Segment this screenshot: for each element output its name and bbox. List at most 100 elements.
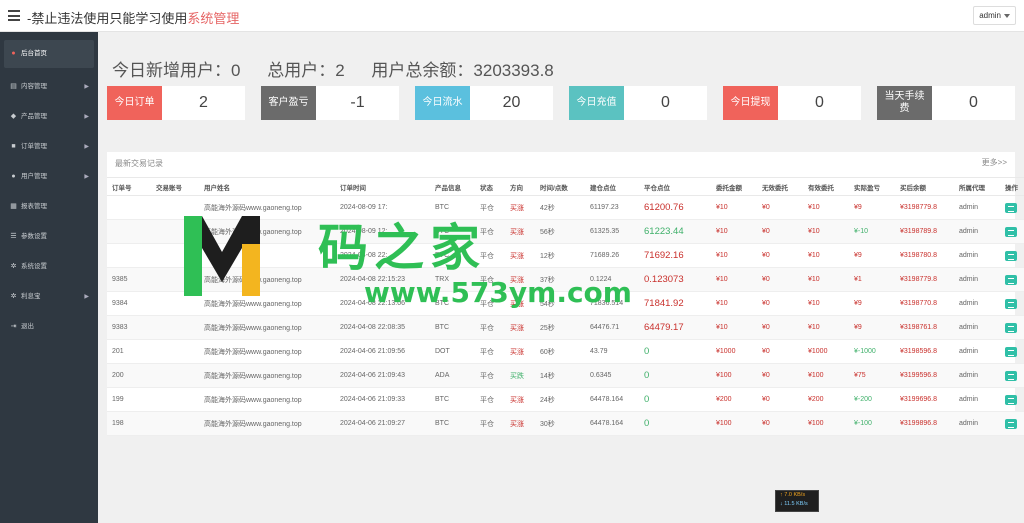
table-cell (107, 195, 151, 220)
table-cell: ¥0 (757, 411, 803, 436)
table-cell: 买跌 (505, 363, 535, 388)
folder-icon: ▤ (10, 82, 17, 90)
sidebar-item-params[interactable]: ☰ 参数设置 (0, 222, 98, 252)
table-cell: 0 (639, 387, 711, 412)
table-cell: 买涨 (505, 219, 535, 244)
table-cell: ¥10 (711, 243, 757, 268)
table-cell: 43.79 (585, 339, 639, 364)
more-link[interactable]: 更多>> (982, 157, 1007, 168)
table-cell (151, 195, 199, 220)
table-cell: ¥200 (711, 387, 757, 412)
edit-button[interactable] (1005, 274, 1017, 285)
table-cell: ¥0 (757, 243, 803, 268)
table-cell: ¥9 (849, 195, 895, 220)
table-cell: ¥-100 (849, 411, 895, 436)
edit-button[interactable] (1005, 226, 1017, 237)
table-cell: 37秒 (535, 267, 585, 292)
sidebar-item-interest[interactable]: ✲ 利息宝 ▶ (0, 282, 98, 312)
table-cell: ¥9 (849, 243, 895, 268)
table-row: 200 高能海外源码www.gaoneng.top 2024-04-06 21:09… (107, 363, 1024, 388)
table-row: 9385 高能海外源码www.gaoneng.top 2024-04-08 22:1… (107, 267, 1024, 292)
sidebar-item-users[interactable]: ● 用户管理 ▶ (0, 162, 98, 192)
sidebar-item-system[interactable]: ✲ 系统设置 (0, 252, 98, 282)
edit-button[interactable] (1005, 418, 1017, 429)
table-cell: 平仓 (475, 363, 505, 388)
menu-toggle-icon[interactable] (8, 10, 20, 21)
edit-button[interactable] (1005, 322, 1017, 333)
table-cell: TRX (430, 267, 475, 292)
table-cell: 9384 (107, 291, 151, 316)
table-cell: 2024-08-09 17: (335, 195, 430, 220)
table-cell: ¥100 (803, 363, 849, 388)
edit-button[interactable] (1005, 250, 1017, 261)
table-cell: ¥10 (711, 267, 757, 292)
chevron-right-icon: ▶ (84, 114, 89, 120)
edit-button[interactable] (1005, 394, 1017, 405)
sidebar-item-reports[interactable]: ▦ 报表管理 (0, 192, 98, 222)
balance-label: 用户总余额： (371, 61, 474, 80)
table-cell: 71689.26 (585, 243, 639, 268)
card-customer-pnl: 客户盈亏 -1 (261, 86, 399, 120)
table-cell: 平仓 (475, 411, 505, 436)
table-cell: 平仓 (475, 195, 505, 220)
table-cell: 平仓 (475, 219, 505, 244)
table-cell-action (1000, 339, 1024, 364)
table-cell: 2024-04-06 21:09:27 (335, 411, 430, 436)
site-title: -禁止违法使用只能学习使用系统管理 (27, 8, 239, 27)
table-cell: 54秒 (535, 291, 585, 316)
table-cell: 买涨 (505, 195, 535, 220)
edit-button[interactable] (1005, 202, 1017, 213)
table-cell: ¥100 (711, 363, 757, 388)
table-cell (151, 339, 199, 364)
sidebar-item-dashboard[interactable]: ● 后台首页 (4, 40, 94, 68)
table-cell: 71692.16 (639, 243, 711, 268)
column-header: 委托金额 (711, 177, 757, 196)
table-cell: ¥10 (711, 195, 757, 220)
column-header: 实际盈亏 (849, 177, 895, 196)
chevron-down-icon (1004, 13, 1010, 18)
chevron-right-icon: ▶ (84, 84, 89, 90)
sidebar-item-products[interactable]: ◆ 产品管理 ▶ (0, 102, 98, 132)
card-today-recharge: 今日充值 0 (569, 86, 707, 120)
table-cell: 0.1224 (585, 267, 639, 292)
column-header: 操作 (1000, 177, 1024, 196)
table-cell: BTC (430, 291, 475, 316)
admin-dropdown[interactable]: admin (973, 6, 1016, 25)
balance-value: 3203393.8 (473, 61, 554, 80)
table-cell: 高能海外源码www.gaoneng.top (199, 195, 335, 220)
table-cell: 61197.23 (585, 195, 639, 220)
sidebar-item-orders[interactable]: ■ 订单管理 ▶ (0, 132, 98, 162)
table-cell (151, 243, 199, 268)
table-cell: admin (954, 363, 1000, 388)
edit-button[interactable] (1005, 298, 1017, 309)
stats-summary: 今日新增用户：0 总用户：2 用户总余额：3203393.8 (112, 56, 576, 81)
table-cell: ¥10 (711, 315, 757, 340)
sidebar-item-logout[interactable]: ⇥ 退出 (0, 312, 98, 342)
total-users-value: 2 (335, 61, 345, 80)
site-title-accent: 系统管理 (187, 11, 240, 26)
table-cell: 61325.35 (585, 219, 639, 244)
table-cell: ¥0 (757, 339, 803, 364)
table-cell: 24秒 (535, 387, 585, 412)
table-cell-action (1000, 315, 1024, 340)
table-cell: 高能海外源码www.gaoneng.top (199, 387, 335, 412)
table-row: 高能海外源码www.gaoneng.top 2024-08-09 12: BTC 平仓… (107, 219, 1024, 244)
card-label: 今日提现 (723, 86, 778, 120)
table-cell: DOT (430, 339, 475, 364)
sidebar-item-content[interactable]: ▤ 内容管理 ▶ (0, 72, 98, 102)
main-content: 今日新增用户：0 总用户：2 用户总余额：3203393.8 今日订单 2 客户盈… (98, 32, 1024, 523)
table-header-row: 订单号 交易账号 用户姓名 订单时间 产品信息 状态 方向 时间/点数 建仓点位 平仓点位 委托金额… (107, 177, 1024, 196)
table-cell: 60秒 (535, 339, 585, 364)
table-cell: 平仓 (475, 267, 505, 292)
column-header: 所属代理 (954, 177, 1000, 196)
table-cell: 买涨 (505, 315, 535, 340)
table-cell: 198 (107, 411, 151, 436)
table-cell: BTC (430, 411, 475, 436)
table-cell: 2024-04-08 22:08:35 (335, 315, 430, 340)
card-today-withdraw: 今日提现 0 (723, 86, 861, 120)
edit-button[interactable] (1005, 370, 1017, 381)
edit-button[interactable] (1005, 346, 1017, 357)
column-header: 订单时间 (335, 177, 430, 196)
table-row: 9384 高能海外源码www.gaoneng.top 2024-04-08 22:1… (107, 291, 1024, 316)
table-cell: ¥10 (803, 195, 849, 220)
